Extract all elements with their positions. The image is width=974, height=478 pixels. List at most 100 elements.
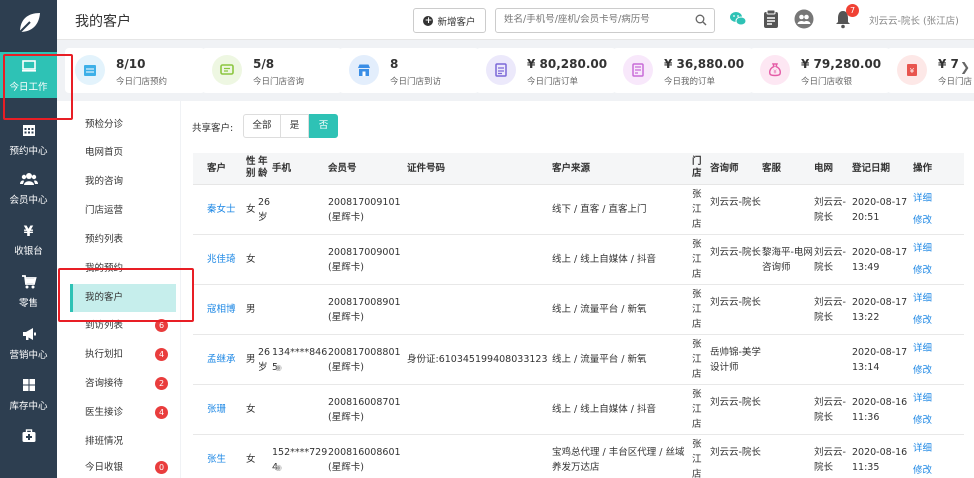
- stats-bar: 8/10 今日门店预约 5/8 今日门店咨询 8 今日门店到访 ¥ 80,280.00 今日门…: [57, 40, 974, 97]
- stat-card[interactable]: 5/8 今日门店咨询: [202, 48, 342, 93]
- grid-icon: [0, 377, 57, 397]
- submenu-item[interactable]: 今日收银: [85, 458, 123, 478]
- plus-icon: +: [423, 15, 434, 26]
- col-ops: 操作: [913, 163, 933, 174]
- stat-card[interactable]: 8 今日门店到访: [339, 48, 479, 93]
- wechat-icon[interactable]: [729, 11, 747, 30]
- count-badge: 4: [155, 348, 168, 361]
- cart-icon: [0, 274, 57, 294]
- nav-item-cashier[interactable]: ¥ 收银台: [0, 216, 57, 262]
- edit-link[interactable]: 修改: [913, 313, 932, 328]
- submenu-item[interactable]: 执行划扣: [85, 345, 123, 365]
- cell-gender: 女: [246, 254, 256, 265]
- cell-store: 张江店: [692, 339, 702, 380]
- nav-item-inventory-center[interactable]: 库存中心: [0, 371, 57, 417]
- nav-label: 会员中心: [9, 195, 48, 206]
- cell-age: 26岁: [258, 347, 271, 373]
- table-row: 寇相博男 200817008901(星辉卡) 线上 / 流量平台 / 新氧 张江店 刘云…: [193, 285, 964, 335]
- edit-link[interactable]: 修改: [913, 213, 932, 228]
- detail-link[interactable]: 详细: [913, 291, 932, 306]
- count-badge: 4: [155, 406, 168, 419]
- submenu-item[interactable]: 我的咨询: [85, 172, 123, 192]
- col-idcard: 证件号码: [407, 163, 446, 174]
- detail-link[interactable]: 详细: [913, 241, 932, 256]
- cell-gender: 女: [246, 404, 256, 415]
- chat-icon: [212, 55, 242, 85]
- nav-item-retail[interactable]: 零售: [0, 268, 57, 314]
- cell-store: 张江店: [692, 289, 702, 330]
- user-menu[interactable]: 刘云云-院长 (张江店): [869, 13, 959, 27]
- clipboard-icon[interactable]: [763, 9, 779, 32]
- customer-name[interactable]: 秦女士: [207, 202, 247, 217]
- filter-no[interactable]: 否: [309, 114, 338, 138]
- filter-yes[interactable]: 是: [280, 114, 309, 138]
- cell-source: 线下 / 直客 / 直客上门: [552, 204, 647, 215]
- nav-label: 预约中心: [9, 146, 48, 157]
- edit-link[interactable]: 修改: [913, 413, 932, 428]
- stat-card[interactable]: 8/10 今日门店预约: [65, 48, 205, 93]
- svg-text:¥: ¥: [910, 67, 915, 75]
- nav-item-appointment-center[interactable]: 预约中心: [0, 116, 57, 162]
- stat-label: 今日门店预约: [116, 77, 168, 87]
- stat-value: 8/10: [116, 57, 146, 71]
- detail-link[interactable]: 详细: [913, 191, 932, 206]
- submenu-item[interactable]: 预检分诊: [85, 115, 123, 135]
- submenu-item[interactable]: 门店运营: [85, 201, 123, 221]
- table-row: 兆佳琦女 200817009001(星辉卡) 线上 / 线上自媒体 / 抖音 张江店刘…: [193, 235, 964, 285]
- customer-name[interactable]: 兆佳琦: [207, 252, 247, 267]
- new-customer-button[interactable]: + 新增客户: [413, 8, 486, 33]
- eye-icon[interactable]: ◉: [275, 463, 282, 472]
- nav-item-marketing-center[interactable]: 营销中心: [0, 320, 57, 366]
- stat-card[interactable]: ¥ ¥ 79,280.00 今日门店收银: [750, 48, 890, 93]
- edit-link[interactable]: 修改: [913, 463, 932, 478]
- submenu-item[interactable]: 排班情况: [85, 432, 123, 452]
- cell-gender: 女: [246, 204, 256, 215]
- highlight-my-customers: [58, 268, 194, 322]
- edit-link[interactable]: 修改: [913, 263, 932, 278]
- detail-link[interactable]: 详细: [913, 441, 932, 456]
- col-gender: 性别: [246, 156, 256, 179]
- cell-gender: 女: [246, 454, 256, 465]
- cell-consultant: 岳帅锦-美学设计师: [710, 347, 761, 373]
- yen-icon: ¥: [23, 224, 34, 240]
- submenu-item[interactable]: 预约列表: [85, 230, 123, 250]
- customer-name[interactable]: 张生: [207, 452, 247, 467]
- nav-item-medical[interactable]: [0, 422, 57, 468]
- nav-item-member-center[interactable]: 会员中心: [0, 165, 57, 211]
- cell-member: 200817008801(星辉卡): [328, 347, 401, 373]
- chevron-right-icon[interactable]: ❯: [960, 60, 970, 74]
- search-icon[interactable]: [695, 14, 707, 29]
- nav-label: 收银台: [14, 246, 43, 257]
- receipt-icon: ¥: [897, 55, 927, 85]
- customer-name[interactable]: 寇相博: [207, 302, 247, 317]
- cell-store: 张江店: [692, 189, 702, 230]
- col-reg-date: 登记日期: [852, 163, 891, 174]
- eye-icon[interactable]: ◉: [275, 363, 282, 372]
- filter-all[interactable]: 全部: [243, 114, 281, 138]
- cell-consultant: 刘云云-院长: [710, 447, 761, 458]
- stat-label: 今日门店: [938, 77, 973, 87]
- col-source: 客户来源: [552, 163, 591, 174]
- cell-member: 200817008901(星辉卡): [328, 297, 401, 323]
- cell-reg-date: 2020-08-17 13:22: [852, 297, 908, 323]
- nav-label: 营销中心: [9, 350, 48, 361]
- new-customer-label: 新增客户: [437, 16, 476, 28]
- cell-member: 200817009001(星辉卡): [328, 247, 401, 273]
- detail-link[interactable]: 详细: [913, 341, 932, 356]
- customer-name[interactable]: 张珊: [207, 402, 247, 417]
- stat-label: 今日门店咨询: [253, 77, 305, 87]
- stat-card[interactable]: ¥ 36,880.00 今日我的订单: [613, 48, 753, 93]
- cell-reg-date: 2020-08-16 11:36: [852, 397, 908, 423]
- stat-card[interactable]: ¥ 80,280.00 今日门店订单: [476, 48, 616, 93]
- submenu-item[interactable]: 医生接诊: [85, 403, 123, 423]
- search-input[interactable]: [504, 14, 684, 25]
- medkit-icon: [0, 428, 57, 448]
- submenu-item[interactable]: 咨询接待: [85, 374, 123, 394]
- detail-link[interactable]: 详细: [913, 391, 932, 406]
- order-icon: [486, 55, 516, 85]
- submenu-item[interactable]: 电网首页: [85, 143, 123, 163]
- customer-name[interactable]: 孟继承: [207, 352, 247, 367]
- cell-consultant: 刘云云-院长: [710, 247, 761, 258]
- edit-link[interactable]: 修改: [913, 363, 932, 378]
- team-icon[interactable]: [794, 9, 814, 32]
